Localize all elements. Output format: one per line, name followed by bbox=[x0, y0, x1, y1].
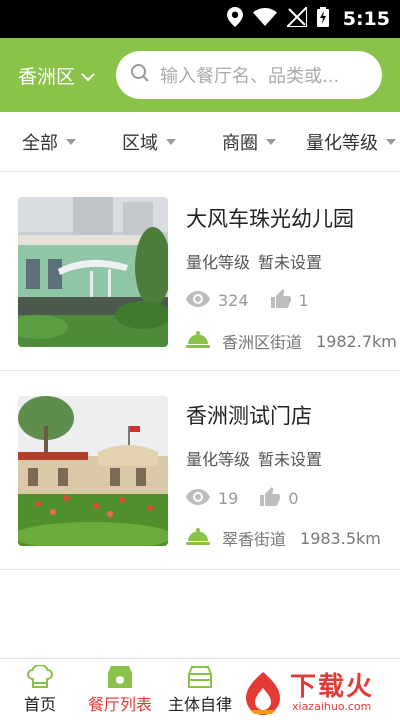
like-count: 1 bbox=[298, 291, 309, 310]
filter-label: 区域 bbox=[122, 133, 158, 154]
filter-grade[interactable]: 量化等级 bbox=[306, 112, 396, 171]
restaurant-photo bbox=[18, 197, 168, 347]
nav-home[interactable]: 首页 bbox=[3, 659, 77, 720]
stats-row: 324 1 bbox=[186, 289, 309, 312]
view-count: 19 bbox=[218, 489, 239, 508]
search-input[interactable]: 输入餐厅名、品类或... bbox=[116, 51, 382, 99]
eye-icon bbox=[186, 290, 210, 311]
nav-label: 主体自律 bbox=[167, 695, 232, 714]
nav-label: 首页 bbox=[23, 695, 56, 714]
street-name: 香洲区街道 bbox=[222, 333, 303, 352]
caret-down-icon bbox=[66, 139, 76, 145]
stats-row: 19 0 bbox=[186, 487, 299, 510]
battery-charging-icon bbox=[316, 7, 329, 31]
eye-icon bbox=[186, 488, 210, 509]
distance: 1982.7km bbox=[316, 331, 397, 351]
cloche-icon bbox=[186, 527, 210, 549]
restaurant-name: 香洲测试门店 bbox=[186, 404, 312, 428]
thumbs-up-icon bbox=[270, 289, 291, 312]
thumbs-up-icon bbox=[260, 487, 281, 510]
filter-bar: 全部 区域 商圈 量化等级 bbox=[0, 112, 400, 172]
status-bar: 5:15 bbox=[0, 0, 400, 38]
search-placeholder: 输入餐厅名、品类或... bbox=[160, 66, 340, 87]
nav-self-discipline[interactable]: 主体自律 bbox=[163, 659, 237, 720]
filter-all[interactable]: 全部 bbox=[22, 112, 76, 171]
clock: 5:15 bbox=[342, 8, 390, 30]
watermark: 下载火 xiazaihuo.com bbox=[234, 664, 400, 720]
restaurant-photo bbox=[18, 396, 168, 546]
grade-label: 量化等级 bbox=[186, 450, 251, 469]
location-row: 翠香街道 1983.5km bbox=[186, 526, 381, 550]
distance: 1983.5km bbox=[300, 528, 381, 548]
view-count: 324 bbox=[218, 291, 249, 310]
grade-value: 暂未设置 bbox=[258, 253, 323, 272]
restaurant-name: 大风车珠光幼儿园 bbox=[186, 207, 354, 231]
chef-hat-icon bbox=[26, 663, 54, 689]
kitchen-icon bbox=[186, 665, 214, 689]
cloche-icon bbox=[186, 330, 210, 352]
wifi-icon bbox=[252, 8, 277, 30]
caret-down-icon bbox=[166, 139, 176, 145]
grade-value: 暂未设置 bbox=[258, 450, 323, 469]
caret-down-icon bbox=[386, 139, 396, 145]
like-count: 0 bbox=[288, 489, 299, 508]
filter-area[interactable]: 区域 bbox=[122, 112, 176, 171]
nav-label: 餐厅列表 bbox=[87, 695, 152, 714]
grade-row: 量化等级 暂未设置 bbox=[186, 446, 322, 470]
filter-business-district[interactable]: 商圈 bbox=[222, 112, 276, 171]
watermark-url: xiazaihuo.com bbox=[292, 700, 372, 713]
watermark-logo bbox=[240, 670, 286, 720]
filter-label: 量化等级 bbox=[306, 133, 378, 154]
grade-row: 量化等级 暂未设置 bbox=[186, 249, 322, 273]
location-row: 香洲区街道 1982.7km bbox=[186, 329, 397, 353]
caret-down-icon bbox=[266, 139, 276, 145]
grade-label: 量化等级 bbox=[186, 253, 251, 272]
region-selector[interactable]: 香洲区 bbox=[18, 62, 95, 89]
list-item[interactable]: 大风车珠光幼儿园 量化等级 暂未设置 324 1 香洲区街道 1982.7km bbox=[0, 173, 400, 371]
street-name: 翠香街道 bbox=[222, 530, 287, 549]
chevron-down-icon bbox=[81, 65, 95, 87]
nav-restaurant-list[interactable]: 餐厅列表 bbox=[83, 659, 157, 720]
search-icon bbox=[130, 63, 150, 87]
no-signal-icon bbox=[284, 4, 308, 31]
watermark-text: 下载火 bbox=[290, 672, 375, 702]
status-icons: 5:15 bbox=[226, 0, 390, 38]
region-label: 香洲区 bbox=[18, 66, 76, 88]
list-item[interactable]: 香洲测试门店 量化等级 暂未设置 19 0 翠香街道 1983.5km bbox=[0, 372, 400, 570]
location-icon bbox=[226, 7, 243, 31]
filter-label: 全部 bbox=[22, 133, 58, 154]
filter-label: 商圈 bbox=[222, 133, 258, 154]
storefront-icon bbox=[106, 665, 134, 689]
header: 香洲区 输入餐厅名、品类或... bbox=[0, 38, 400, 112]
